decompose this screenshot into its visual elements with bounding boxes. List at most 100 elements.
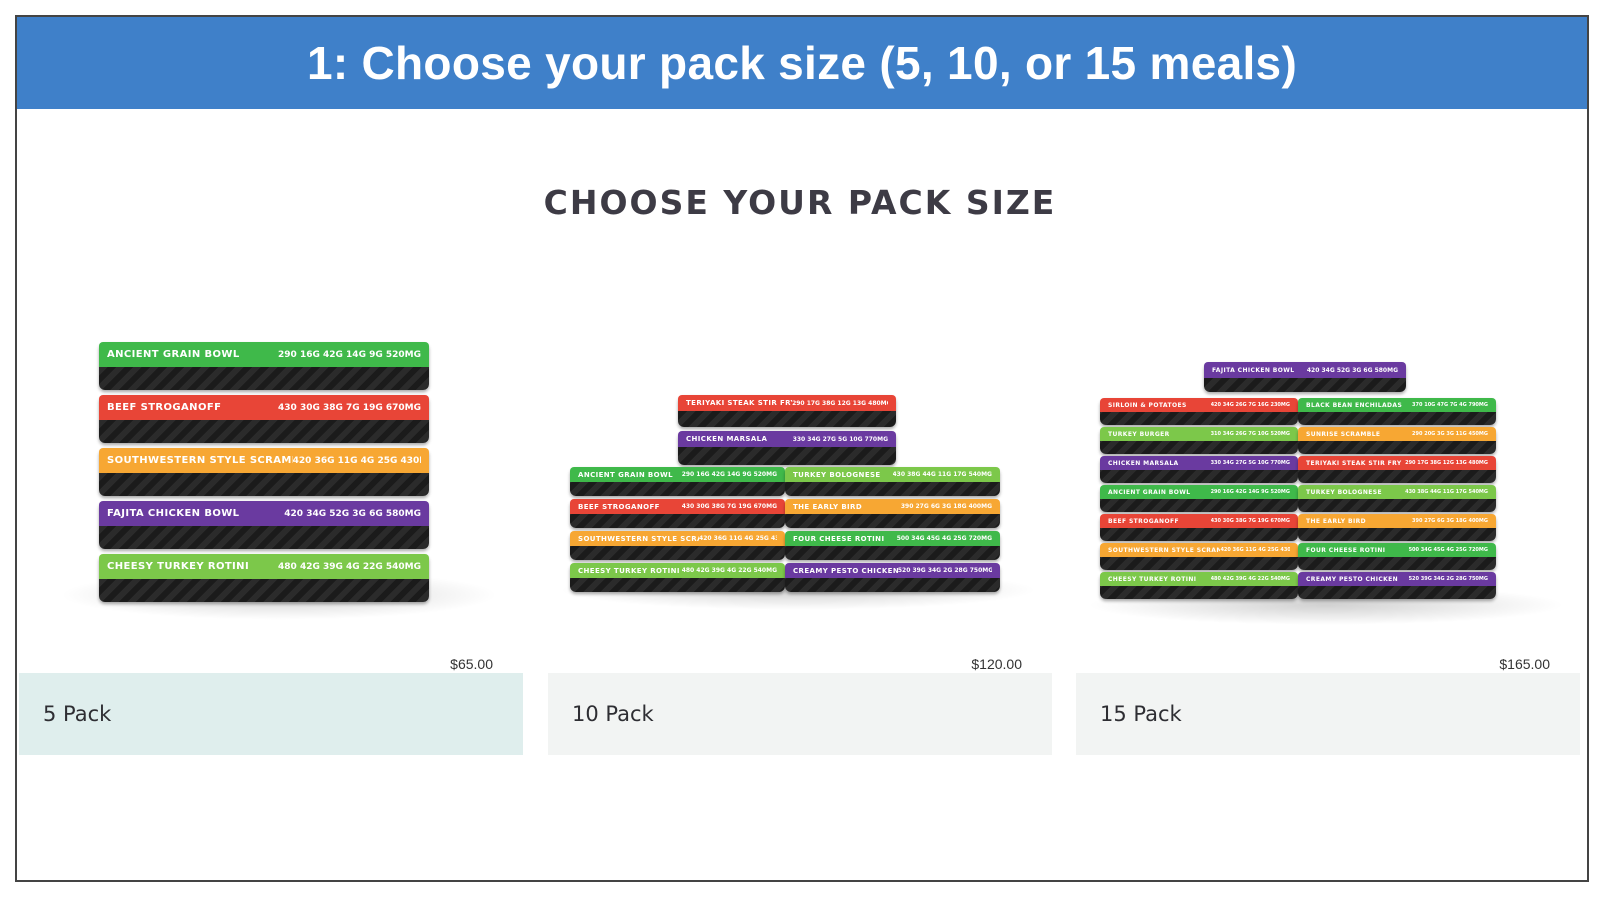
meal-band: CHEESY TURKEY ROTINI 480 42G 39G 4G 22G 5… bbox=[570, 563, 785, 578]
meal-band: TURKEY BURGER 310 34G 26G 7G 10G 520MG bbox=[1100, 427, 1298, 441]
meal-name: FOUR CHEESE ROTINI bbox=[1306, 546, 1386, 554]
meal-band: FOUR CHEESE ROTINI 500 34G 45G 4G 25G 720… bbox=[1298, 543, 1496, 557]
meal-band: TERIYAKI STEAK STIR FRY 290 17G 38G 12G 1… bbox=[1298, 456, 1496, 470]
meal-tray: BEEF STROGANOFF 430 30G 38G 7G 19G 670MG bbox=[99, 395, 429, 443]
pack-option-5[interactable]: ANCIENT GRAIN BOWL 290 16G 42G 14G 9G 520… bbox=[19, 300, 523, 755]
meal-name: BEEF STROGANOFF bbox=[1108, 517, 1179, 525]
meal-tray: CREAMY PESTO CHICKEN 520 39G 34G 2G 28G 7… bbox=[785, 563, 1000, 592]
pack-label-box[interactable]: 15 Pack bbox=[1076, 673, 1580, 755]
meal-tray: THE EARLY BIRD 390 27G 6G 3G 18G 400MG bbox=[1298, 514, 1496, 541]
meal-tray: CHEESY TURKEY ROTINI 480 42G 39G 4G 22G 5… bbox=[99, 554, 429, 602]
meal-band: CHEESY TURKEY ROTINI 480 42G 39G 4G 22G 5… bbox=[99, 554, 429, 579]
meal-band: FAJITA CHICKEN BOWL 420 34G 52G 3G 6G 580… bbox=[1204, 362, 1406, 378]
meal-nutrition: 290 16G 42G 14G 9G 520MG bbox=[1210, 489, 1290, 495]
meal-nutrition: 420 36G 11G 4G 25G 430MG bbox=[292, 455, 421, 466]
meal-name: THE EARLY BIRD bbox=[1306, 517, 1366, 525]
meal-tray: SIRLOIN & POTATOES 420 34G 26G 7G 16G 230… bbox=[1100, 398, 1298, 425]
meal-nutrition: 500 34G 45G 4G 25G 720MG bbox=[1408, 547, 1488, 553]
meal-band: THE EARLY BIRD 390 27G 6G 3G 18G 400MG bbox=[785, 499, 1000, 514]
meal-band: SIRLOIN & POTATOES 420 34G 26G 7G 16G 230… bbox=[1100, 398, 1298, 412]
meal-band: TURKEY BOLOGNESE 430 38G 44G 11G 17G 540M… bbox=[1298, 485, 1496, 499]
meal-tray: SOUTHWESTERN STYLE SCRAMBLE420 36G 11G 4… bbox=[99, 448, 429, 496]
meal-tray: TURKEY BOLOGNESE 430 38G 44G 11G 17G 540M… bbox=[785, 467, 1000, 496]
meal-name: CHEESY TURKEY ROTINI bbox=[1108, 575, 1197, 583]
instruction-banner: 1: Choose your pack size (5, 10, or 15 m… bbox=[17, 17, 1587, 109]
meal-nutrition: 430 38G 44G 11G 17G 540MG bbox=[1405, 489, 1488, 495]
meal-tray: BLACK BEAN ENCHILADAS 370 10G 47G 7G 4G 7… bbox=[1298, 398, 1496, 425]
meal-tray: ANCIENT GRAIN BOWL 290 16G 42G 14G 9G 520… bbox=[1100, 485, 1298, 512]
meal-band: ANCIENT GRAIN BOWL 290 16G 42G 14G 9G 520… bbox=[99, 342, 429, 367]
meal-nutrition: 430 30G 38G 7G 19G 670MG bbox=[278, 402, 421, 413]
meal-name: SIRLOIN & POTATOES bbox=[1108, 401, 1187, 409]
meal-tray: BEEF STROGANOFF 430 30G 38G 7G 19G 670MG bbox=[570, 499, 785, 528]
meal-name: THE EARLY BIRD bbox=[793, 502, 863, 511]
meal-nutrition: 430 38G 44G 11G 17G 540MG bbox=[892, 471, 993, 478]
meal-name: ANCIENT GRAIN BOWL bbox=[578, 470, 673, 479]
meal-name: SOUTHWESTERN STYLE SCRAMBLE bbox=[107, 455, 293, 466]
meal-tray: BEEF STROGANOFF 430 30G 38G 7G 19G 670MG bbox=[1100, 514, 1298, 541]
meal-band: THE EARLY BIRD 390 27G 6G 3G 18G 400MG bbox=[1298, 514, 1496, 528]
meal-band: TURKEY BOLOGNESE 430 38G 44G 11G 17G 540M… bbox=[785, 467, 1000, 482]
meal-name: ANCIENT GRAIN BOWL bbox=[107, 349, 240, 360]
pack-label: 10 Pack bbox=[572, 702, 654, 726]
meal-nutrition: 290 16G 42G 14G 9G 520MG bbox=[681, 471, 777, 478]
meal-name: ANCIENT GRAIN BOWL bbox=[1108, 488, 1191, 496]
pack-label-box[interactable]: 10 Pack bbox=[548, 673, 1052, 755]
meal-nutrition: 430 30G 38G 7G 19G 670MG bbox=[681, 503, 777, 510]
meal-name: BLACK BEAN ENCHILADAS bbox=[1306, 401, 1403, 409]
meal-tray: FOUR CHEESE ROTINI 500 34G 45G 4G 25G 720… bbox=[785, 531, 1000, 560]
pack-label: 5 Pack bbox=[43, 702, 112, 726]
meal-tray: TERIYAKI STEAK STIR FRY 290 17G 38G 12G 1… bbox=[678, 395, 896, 427]
meal-name: CREAMY PESTO CHICKEN bbox=[793, 566, 898, 575]
meal-name: SUNRISE SCRAMBLE bbox=[1306, 430, 1381, 438]
meal-nutrition: 290 16G 42G 14G 9G 520MG bbox=[278, 349, 421, 360]
pack-option-15[interactable]: FAJITA CHICKEN BOWL 420 34G 52G 3G 6G 580… bbox=[1076, 300, 1580, 755]
meal-nutrition: 290 17G 38G 12G 13G 480MG bbox=[792, 399, 888, 407]
meal-band: ANCIENT GRAIN BOWL 290 16G 42G 14G 9G 520… bbox=[570, 467, 785, 482]
meal-nutrition: 480 42G 39G 4G 22G 540MG bbox=[681, 567, 777, 574]
meal-tray: ANCIENT GRAIN BOWL 290 16G 42G 14G 9G 520… bbox=[99, 342, 429, 390]
meal-band: CHICKEN MARSALA 330 34G 27G 5G 10G 770MG bbox=[1100, 456, 1298, 470]
pack-image-5[interactable]: ANCIENT GRAIN BOWL 290 16G 42G 14G 9G 520… bbox=[19, 300, 523, 665]
meal-name: CHICKEN MARSALA bbox=[1108, 459, 1179, 467]
meal-nutrition: 390 27G 6G 3G 18G 400MG bbox=[1412, 518, 1488, 524]
meal-tray: CHEESY TURKEY ROTINI 480 42G 39G 4G 22G 5… bbox=[1100, 572, 1298, 599]
meal-nutrition: 420 34G 52G 3G 6G 580MG bbox=[1306, 366, 1398, 374]
meal-tray: FOUR CHEESE ROTINI 500 34G 45G 4G 25G 720… bbox=[1298, 543, 1496, 570]
meal-tray: SOUTHWESTERN STYLE SCRAMBLE420 36G 11G 4… bbox=[1100, 543, 1298, 570]
meal-nutrition: 520 39G 34G 2G 28G 750MG bbox=[1408, 576, 1488, 582]
meal-band: BEEF STROGANOFF 430 30G 38G 7G 19G 670MG bbox=[1100, 514, 1298, 528]
pack-image-15[interactable]: FAJITA CHICKEN BOWL 420 34G 52G 3G 6G 580… bbox=[1076, 300, 1580, 665]
banner-title: 1: Choose your pack size (5, 10, or 15 m… bbox=[306, 37, 1298, 89]
pack-price: $120.00 bbox=[971, 656, 1022, 672]
meal-tray: FAJITA CHICKEN BOWL 420 34G 52G 3G 6G 580… bbox=[1204, 362, 1406, 392]
pack-image-10[interactable]: TERIYAKI STEAK STIR FRY 290 17G 38G 12G 1… bbox=[548, 300, 1052, 665]
meal-name: TURKEY BOLOGNESE bbox=[1306, 488, 1383, 496]
pack-label-box[interactable]: 5 Pack bbox=[19, 673, 523, 755]
meal-name: TURKEY BOLOGNESE bbox=[793, 470, 881, 479]
meal-band: TERIYAKI STEAK STIR FRY 290 17G 38G 12G 1… bbox=[678, 395, 896, 411]
meal-name: TERIYAKI STEAK STIR FRY bbox=[1306, 459, 1402, 467]
meal-band: BEEF STROGANOFF 430 30G 38G 7G 19G 670MG bbox=[570, 499, 785, 514]
pack-option-10[interactable]: TERIYAKI STEAK STIR FRY 290 17G 38G 12G 1… bbox=[548, 300, 1052, 755]
meal-nutrition: 420 34G 52G 3G 6G 580MG bbox=[284, 508, 421, 519]
meal-band: SOUTHWESTERN STYLE SCRAMBLE420 36G 11G 4… bbox=[570, 531, 785, 546]
meal-tray: CHICKEN MARSALA 330 34G 27G 5G 10G 770MG bbox=[1100, 456, 1298, 483]
meal-tray: ANCIENT GRAIN BOWL 290 16G 42G 14G 9G 520… bbox=[570, 467, 785, 496]
meal-name: CREAMY PESTO CHICKEN bbox=[1306, 575, 1399, 583]
meal-name: CHEESY TURKEY ROTINI bbox=[578, 566, 680, 575]
meal-nutrition: 520 39G 34G 2G 28G 750MG bbox=[897, 567, 992, 574]
meal-nutrition: 330 34G 27G 5G 10G 770MG bbox=[1210, 460, 1290, 466]
meal-band: ANCIENT GRAIN BOWL 290 16G 42G 14G 9G 520… bbox=[1100, 485, 1298, 499]
meal-nutrition: 330 34G 27G 5G 10G 770MG bbox=[792, 435, 888, 443]
meal-nutrition: 420 36G 11G 4G 25G 430MG bbox=[1220, 547, 1290, 553]
pack-price: $165.00 bbox=[1499, 656, 1550, 672]
meal-nutrition: 480 42G 39G 4G 22G 540MG bbox=[278, 561, 421, 572]
meal-tray: SUNRISE SCRAMBLE 290 20G 3G 3G 11G 450MG bbox=[1298, 427, 1496, 454]
meal-nutrition: 420 36G 11G 4G 25G 430MG bbox=[699, 535, 777, 542]
meal-name: FAJITA CHICKEN BOWL bbox=[107, 508, 240, 519]
meal-band: BEEF STROGANOFF 430 30G 38G 7G 19G 670MG bbox=[99, 395, 429, 420]
meal-name: FOUR CHEESE ROTINI bbox=[793, 534, 885, 543]
meal-tray: CREAMY PESTO CHICKEN 520 39G 34G 2G 28G 7… bbox=[1298, 572, 1496, 599]
meal-name: SOUTHWESTERN STYLE SCRAMBLE bbox=[1108, 546, 1221, 554]
